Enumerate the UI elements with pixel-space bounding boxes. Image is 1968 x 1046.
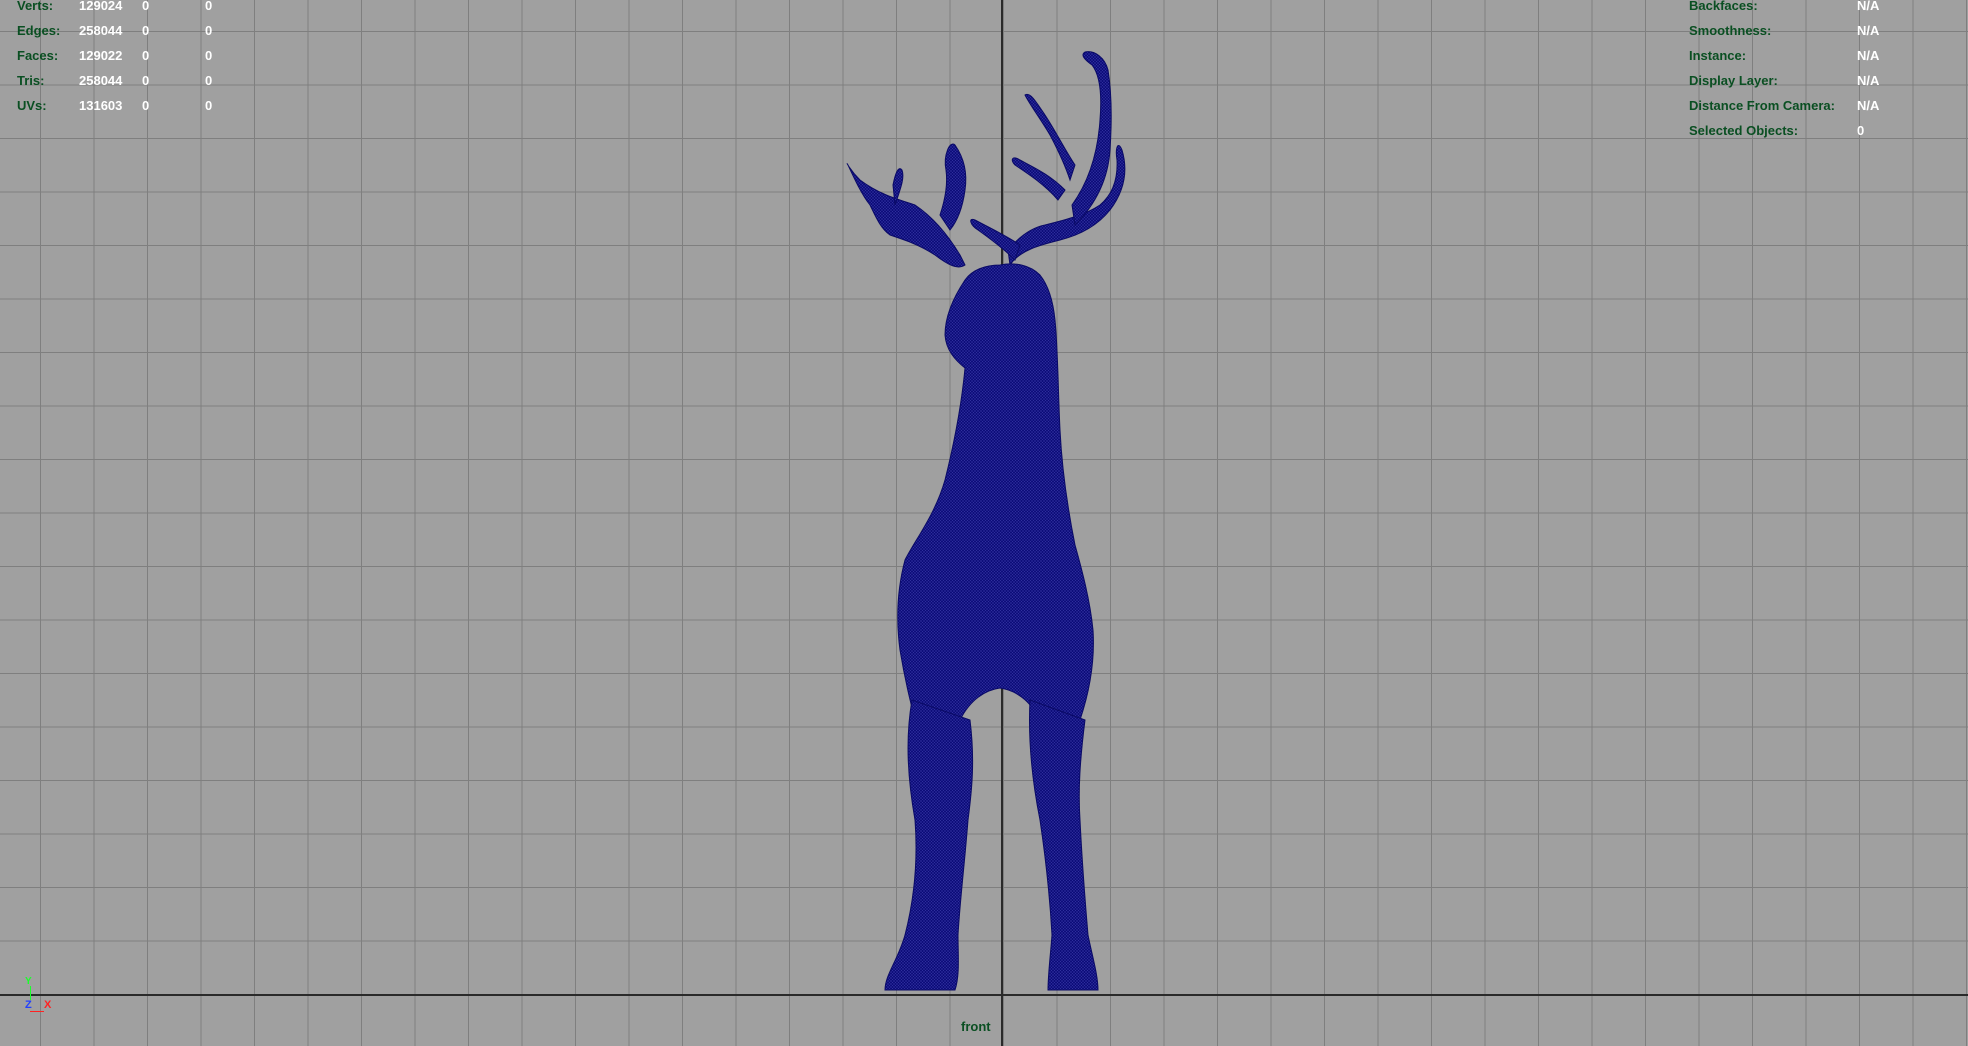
hud-value: N/A [1857,98,1880,113]
hud-value: N/A [1857,0,1880,13]
hud-value: 0 [142,48,150,63]
hud-label: Verts: [17,0,54,13]
hud-value: 0 [205,23,213,38]
hud-label: UVs: [17,98,47,113]
hud-value: 131603 [79,98,123,113]
hud-value: 129024 [79,0,123,13]
hud-label: Faces: [17,48,59,63]
hud-value: 0 [205,73,213,88]
hud-value: 0 [205,0,213,13]
hud-value: 0 [142,0,150,13]
hud-value: 0 [142,98,150,113]
hud-label: Display Layer: [1689,73,1778,88]
hud-value: 129022 [79,48,123,63]
hud-value: 0 [142,73,150,88]
hud-label: Backfaces: [1689,0,1758,13]
x-axis-line [30,1011,44,1012]
hud-value: N/A [1857,23,1880,38]
hud-value: N/A [1857,48,1880,63]
hud-value: 0 [142,23,150,38]
y-axis-line [30,986,31,1000]
viewport-front[interactable]: Verts: 129024 0 0 Edges: 258044 0 0 Face… [0,0,1968,1046]
hud-label: Tris: [17,73,45,88]
hud-label: Selected Objects: [1689,123,1799,138]
z-axis-label: Z [25,999,32,1011]
hud-label: Smoothness: [1689,23,1772,38]
deer-mesh-model[interactable] [0,0,1968,1046]
hud-value: 258044 [79,73,123,88]
x-axis-label: X [44,999,52,1011]
hud-value: 258044 [79,23,123,38]
hud-value: 0 [205,98,213,113]
hud-value: N/A [1857,73,1880,88]
view-axis-gizmo: Y Z X [22,976,62,1018]
hud-label: Edges: [17,23,61,38]
hud-label: Instance: [1689,48,1747,63]
hud-label: Distance From Camera: [1689,98,1835,113]
hud-value: 0 [1857,123,1865,138]
camera-name-label: front [961,1019,991,1034]
hud-value: 0 [205,48,213,63]
